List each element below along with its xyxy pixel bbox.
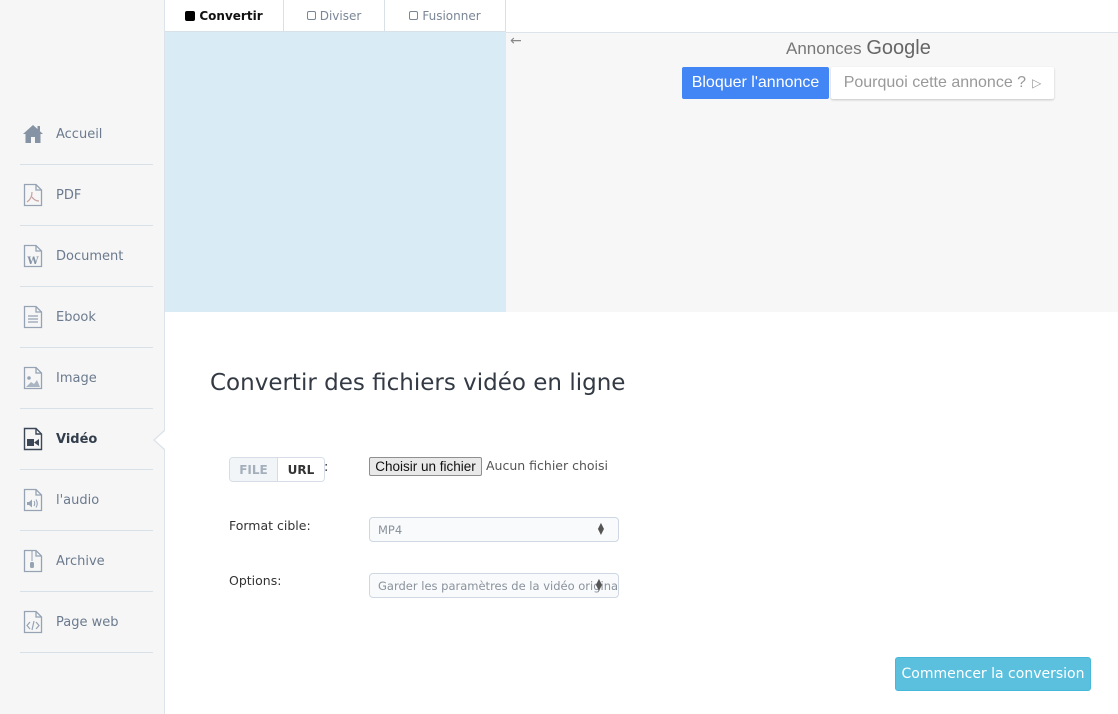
sidebar-item-document[interactable]: W Document <box>20 226 153 287</box>
sidebar-item-label: Ebook <box>56 309 96 325</box>
checkbox-unchecked-icon <box>306 11 316 20</box>
svg-text:W: W <box>26 256 39 267</box>
format-label: Format cible: <box>229 518 311 533</box>
choose-file-button[interactable]: Choisir un fichier <box>369 457 482 476</box>
options-select[interactable]: Garder les paramètres de la vidéo origin… <box>369 573 619 598</box>
tab-fusionner[interactable]: Fusionner <box>385 0 506 31</box>
tool-tabs: Convertir Diviser Fusionner <box>165 0 506 32</box>
checkbox-unchecked-icon <box>409 11 419 20</box>
sidebar-item-page-web[interactable]: Page web <box>20 592 153 653</box>
select-arrows-icon: ▲ ▼ <box>595 577 602 592</box>
sidebar-item-image[interactable]: Image <box>20 348 153 409</box>
active-indicator-arrow-inner <box>155 430 166 450</box>
back-arrow-icon[interactable]: ← <box>510 33 522 49</box>
google-logo: Google <box>866 37 931 59</box>
sidebar-item-label: Archive <box>56 553 105 569</box>
why-this-ad-label: Pourquoi cette annonce ? <box>843 74 1027 91</box>
image-file-icon <box>21 366 45 390</box>
format-select-value: MP4 <box>378 522 403 537</box>
ad-heading-prefix: Annonces <box>786 39 862 58</box>
checkbox-checked-icon <box>185 10 196 21</box>
adchoices-icon: ▷ <box>1032 76 1042 90</box>
tab-label: Diviser <box>319 8 362 23</box>
sidebar-item-label: l'audio <box>56 492 100 508</box>
sidebar: Accueil PDF W Document Ebook Image Vidéo… <box>0 0 165 714</box>
file-status: Aucun fichier choisi <box>486 458 609 473</box>
sidebar-item-pdf[interactable]: PDF <box>20 165 153 226</box>
block-ad-button[interactable]: Bloquer l'annonce <box>682 67 829 99</box>
sidebar-item-label: PDF <box>56 187 82 203</box>
sidebar-item-label: Image <box>56 370 97 386</box>
sidebar-item-label: Document <box>56 248 124 264</box>
sidebar-item-label: Page web <box>56 614 119 630</box>
ad-panel: ← Annonces Google Bloquer l'annonce Pour… <box>506 32 1118 312</box>
sidebar-item-archive[interactable]: Archive <box>20 531 153 592</box>
sidebar-item-accueil[interactable]: Accueil <box>20 104 153 165</box>
sidebar-item-label: Vidéo <box>56 431 98 447</box>
word-file-icon: W <box>21 244 45 268</box>
sidebar-item-audio[interactable]: l'audio <box>20 470 153 531</box>
format-select[interactable]: MP4 ▲ ▼ <box>369 517 619 542</box>
tab-diviser[interactable]: Diviser <box>284 0 385 31</box>
home-icon <box>21 122 45 146</box>
start-conversion-button[interactable]: Commencer la conversion <box>895 657 1091 691</box>
sidebar-item-video[interactable]: Vidéo <box>20 409 153 470</box>
archive-file-icon <box>21 549 45 573</box>
options-select-value: Garder les paramètres de la vidéo origin… <box>378 578 619 593</box>
ebook-file-icon <box>21 305 45 329</box>
page-title: Convertir des fichiers vidéo en ligne <box>210 370 626 396</box>
why-this-ad-button[interactable]: Pourquoi cette annonce ? ▷ <box>831 67 1054 99</box>
video-file-icon <box>21 427 45 451</box>
source-separator: : <box>324 460 329 475</box>
source-toggle: FILE URL <box>229 457 325 482</box>
code-file-icon <box>21 610 45 634</box>
source-file-toggle[interactable]: FILE <box>230 458 278 481</box>
options-label: Options: <box>229 573 282 588</box>
tab-convertir[interactable]: Convertir <box>165 0 284 31</box>
audio-file-icon <box>21 488 45 512</box>
sidebar-item-label: Accueil <box>56 126 103 142</box>
select-arrows-icon: ▲ ▼ <box>597 521 604 536</box>
ad-heading: Annonces Google <box>786 37 931 60</box>
pdf-file-icon <box>21 183 45 207</box>
tab-label: Fusionner <box>422 8 481 23</box>
sidebar-nav: Accueil PDF W Document Ebook Image Vidéo… <box>20 104 153 653</box>
ad-placeholder-left <box>165 32 506 312</box>
tab-label: Convertir <box>199 8 263 23</box>
source-url-toggle[interactable]: URL <box>278 458 324 481</box>
sidebar-item-ebook[interactable]: Ebook <box>20 287 153 348</box>
